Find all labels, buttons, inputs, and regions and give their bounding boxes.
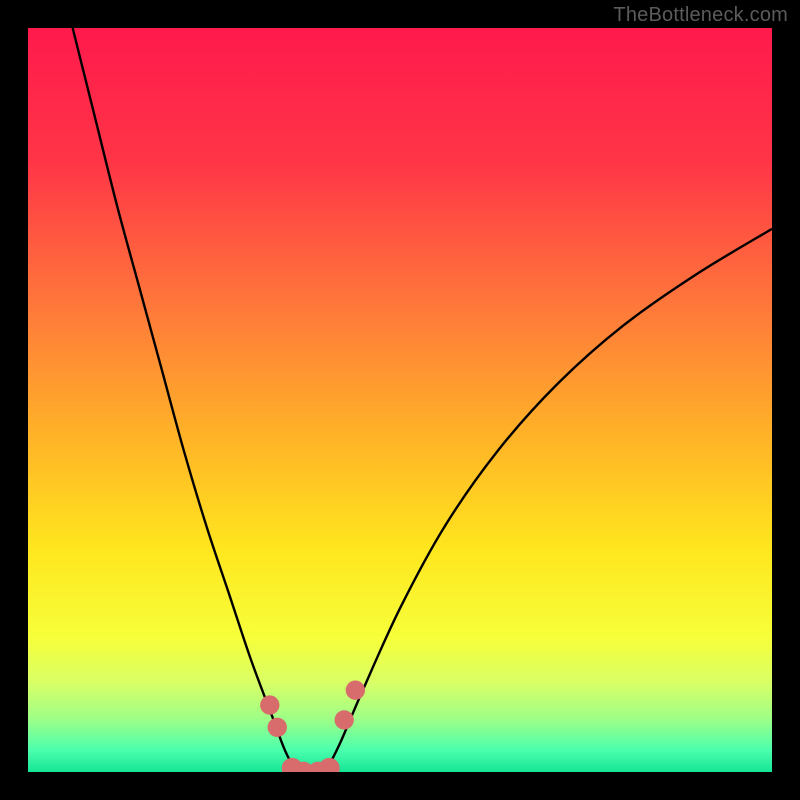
floor-dot-4: [319, 758, 340, 772]
right-dot-1: [335, 710, 354, 729]
chart-stage: TheBottleneck.com: [0, 0, 800, 800]
plot-area: [28, 28, 772, 772]
left-curve: [73, 28, 296, 772]
watermark-text: TheBottleneck.com: [613, 4, 788, 27]
left-dot-1: [260, 695, 279, 714]
left-dot-2: [268, 718, 287, 737]
right-curve: [326, 229, 772, 772]
curves-layer: [28, 28, 772, 772]
right-dot-2: [346, 680, 365, 699]
marker-group: [260, 680, 365, 772]
